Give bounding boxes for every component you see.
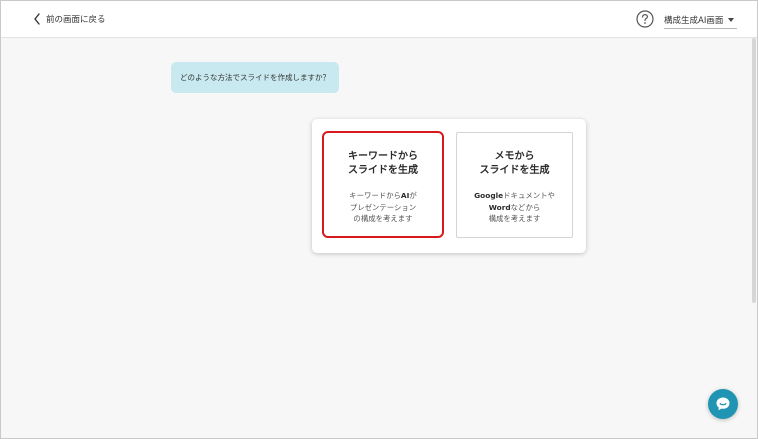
memo-option-card[interactable]: メモから スライドを生成 Googleドキュメントや Wordなどから 構成を考… [456, 132, 573, 238]
mode-select-label: 構成生成AI画面 [664, 15, 724, 26]
memo-option-title: メモから スライドを生成 [457, 150, 572, 178]
memo-desc-line1-b: ドキュメントや [503, 191, 555, 200]
memo-desc-line2: Wordなどから [457, 202, 572, 214]
memo-desc-line3: 構成を考えます [488, 214, 541, 223]
keyword-desc-line1-a: キーワードから [349, 191, 401, 200]
keyword-desc-line1-c: が [409, 191, 417, 200]
keyword-title-line2: スライドを生成 [348, 165, 418, 176]
keyword-desc-line1: キーワードからAIが [324, 190, 442, 202]
caret-down-icon [728, 17, 735, 22]
memo-title-line2: スライドを生成 [479, 165, 550, 176]
chat-bubble-icon [716, 397, 730, 411]
keyword-option-description: キーワードからAIが プレゼンテーション の構成を考えます [324, 190, 442, 225]
keyword-title-line1: キーワードから [348, 151, 418, 162]
question-text: どのような方法でスライドを作成しますか？ [180, 73, 330, 82]
memo-option-description: Googleドキュメントや Wordなどから 構成を考えます [457, 190, 572, 225]
memo-desc-line1: Googleドキュメントや [457, 190, 572, 202]
chevron-left-icon [34, 13, 40, 25]
app-frame: 前の画面に戻る 構成生成AI画面 どのような方法でスライドを作成しますか？ キー… [0, 0, 758, 439]
question-circle-icon[interactable] [636, 10, 654, 28]
memo-desc-line1-a: Google [474, 191, 504, 200]
memo-title-line1: メモから [494, 151, 535, 162]
chat-button[interactable] [708, 389, 738, 419]
back-link[interactable]: 前の画面に戻る [32, 12, 106, 26]
option-panel: キーワードから スライドを生成 キーワードからAIが プレゼンテーション の構成… [312, 119, 586, 253]
vertical-scrollbar[interactable] [752, 38, 756, 303]
back-link-label: 前の画面に戻る [46, 15, 106, 25]
top-header: 前の画面に戻る 構成生成AI画面 [1, 1, 757, 38]
keyword-option-card[interactable]: キーワードから スライドを生成 キーワードからAIが プレゼンテーション の構成… [322, 131, 444, 238]
memo-desc-line2-a: Word [488, 202, 511, 212]
keyword-desc-line3: の構成を考えます [353, 214, 413, 223]
keyword-option-title: キーワードから スライドを生成 [324, 150, 442, 178]
question-bubble: どのような方法でスライドを作成しますか？ [171, 62, 339, 93]
memo-desc-line2-b: などから [510, 202, 541, 212]
keyword-desc-line2: プレゼンテーション [349, 202, 417, 212]
mode-select[interactable]: 構成生成AI画面 [664, 11, 737, 29]
